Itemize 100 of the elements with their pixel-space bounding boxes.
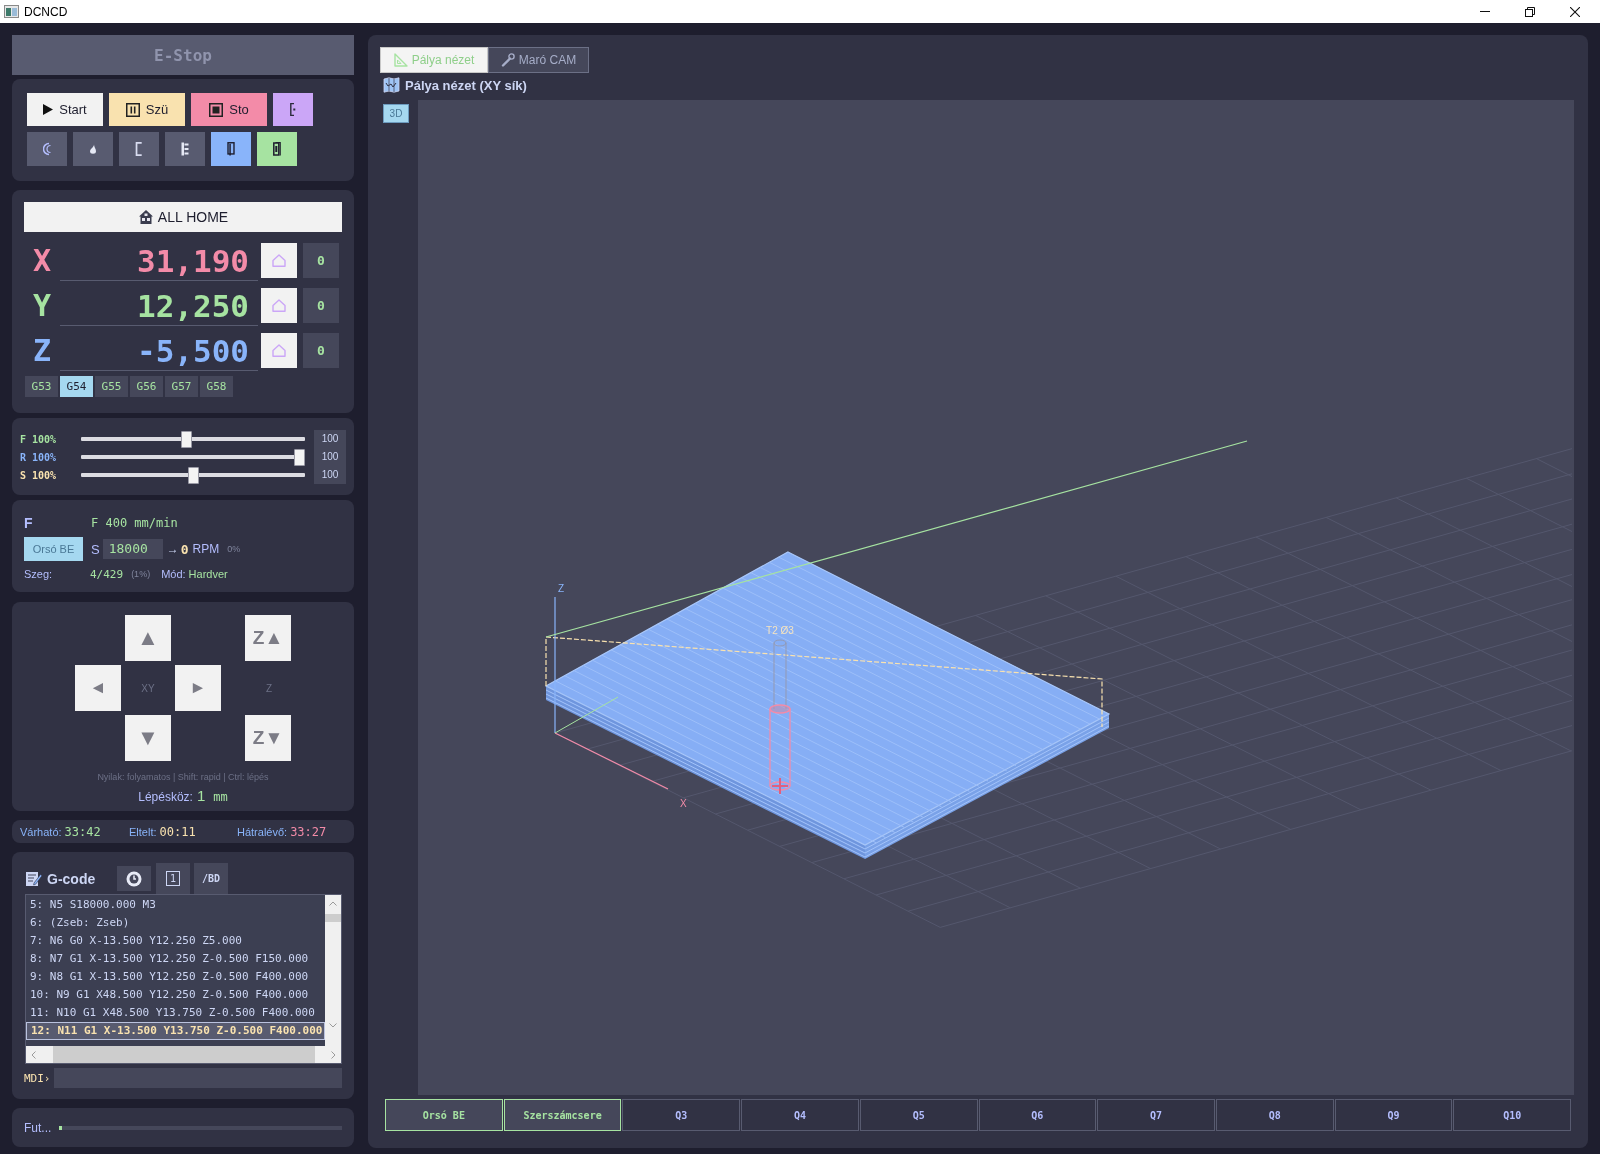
macro-button[interactable]: Q10: [1453, 1099, 1572, 1131]
work-offset-tab[interactable]: G54: [60, 376, 93, 397]
block-delete-button[interactable]: /BD: [194, 863, 228, 894]
arrow-text: →: [166, 542, 179, 556]
scrollbar-thumb[interactable]: [52, 1046, 315, 1063]
feed-title: F: [24, 515, 34, 531]
macro-button[interactable]: Q4: [741, 1099, 859, 1131]
gcode-line[interactable]: 6: (Zseb: Zseb): [26, 914, 325, 932]
horizontal-scrollbar[interactable]: [26, 1046, 341, 1063]
time-label: Várható:: [20, 825, 62, 838]
speed-input[interactable]: 18000: [102, 539, 163, 559]
chevron-down-icon[interactable]: [329, 1023, 337, 1028]
work-offset-tab[interactable]: G53: [25, 376, 58, 397]
jog-down-button[interactable]: ▼: [125, 715, 171, 761]
home-axis-button[interactable]: [261, 243, 297, 278]
axis-position-value: -5,500: [60, 333, 258, 371]
vertical-scrollbar[interactable]: [325, 895, 341, 1046]
work-offset-tab[interactable]: G55: [95, 376, 128, 397]
map-icon: [383, 77, 400, 93]
override-slider[interactable]: [81, 430, 305, 448]
axis-label: X: [680, 798, 687, 809]
macro-button[interactable]: Q7: [1097, 1099, 1215, 1131]
slider-thumb[interactable]: [294, 448, 305, 466]
jog-right-button[interactable]: ►: [175, 665, 221, 711]
bracket-icon: [290, 103, 296, 116]
pause-button[interactable]: Szü: [109, 93, 185, 126]
xy-label: XY: [141, 682, 155, 694]
home-axis-button[interactable]: [261, 288, 297, 323]
macro-button[interactable]: Q3: [622, 1099, 741, 1131]
scrollbar-thumb[interactable]: [325, 914, 341, 922]
gcode-title: G-code: [47, 870, 97, 887]
step-label: Lépésköz:: [138, 790, 193, 804]
chevron-up-icon[interactable]: [329, 901, 337, 906]
book-icon: [273, 142, 281, 156]
gcode-line[interactable]: 10: N9 G1 X48.500 Y12.250 Z-0.500 F400.000: [26, 986, 325, 1004]
chevron-left-icon[interactable]: [31, 1050, 36, 1059]
axis-label: X: [31, 243, 53, 279]
icon-button[interactable]: [257, 132, 297, 166]
step-value[interactable]: 1: [196, 787, 206, 804]
line-number-button[interactable]: 1: [156, 863, 190, 894]
mode-value: Hardver: [188, 568, 228, 580]
macro-button[interactable]: Q5: [859, 1099, 978, 1131]
jog-up-button[interactable]: ▲: [125, 615, 171, 661]
macro-button[interactable]: Orsó BE: [385, 1099, 503, 1131]
arc-icon: [43, 142, 51, 156]
zero-axis-button[interactable]: 0: [303, 243, 339, 278]
override-slider[interactable]: [81, 448, 305, 466]
time-value: 33:42: [64, 824, 101, 839]
axis-label: Y: [31, 288, 53, 324]
zero-axis-button[interactable]: 0: [303, 333, 339, 368]
segment-percent: (1%): [131, 569, 151, 579]
all-home-button[interactable]: ALL HOME: [24, 202, 342, 232]
toolpath-viewport[interactable]: Z X T2 Ø3: [418, 100, 1574, 1095]
clock-button[interactable]: [117, 866, 151, 891]
close-icon[interactable]: [1570, 6, 1580, 17]
icon-button[interactable]: [165, 132, 205, 166]
door-icon: [227, 142, 235, 156]
work-offset-tab[interactable]: G58: [200, 376, 233, 397]
home-axis-button[interactable]: [261, 333, 297, 368]
start-button[interactable]: Start: [27, 93, 103, 126]
feed-readout: F 400 mm/min: [91, 516, 178, 530]
macro-button[interactable]: Q6: [978, 1099, 1097, 1131]
tool-label: T2 Ø3: [766, 625, 794, 636]
rpm-value: 0: [180, 541, 189, 557]
macro-button[interactable]: Q9: [1334, 1099, 1453, 1131]
gcode-line[interactable]: 8: N7 G1 X-13.500 Y12.250 Z-0.500 F150.000: [26, 950, 325, 968]
gcode-line[interactable]: 11: N10 G1 X48.500 Y13.750 Z-0.500 F400.000: [26, 1004, 325, 1022]
window-title: DCNCD: [24, 4, 68, 19]
slider-thumb[interactable]: [181, 430, 193, 448]
restore-icon[interactable]: [1525, 6, 1535, 17]
spindle-on-button[interactable]: Orsó BE: [24, 537, 83, 561]
bracket-icon: [135, 142, 143, 156]
jog-hint: Nyilak: folyamatos | Shift: rapid | Ctrl: lépés: [97, 772, 269, 782]
segment-label: Szeg:: [24, 568, 54, 580]
override-slider[interactable]: [81, 466, 305, 484]
zero-axis-button[interactable]: 0: [303, 288, 339, 323]
work-offset-tab[interactable]: G57: [165, 376, 198, 397]
play-icon: [43, 104, 54, 115]
triangle-ruler-icon: [393, 53, 408, 67]
jog-z-down-button[interactable]: Z▼: [245, 715, 291, 761]
override-value: 100: [314, 448, 346, 466]
work-offset-tab[interactable]: G56: [130, 376, 163, 397]
step-unit: mm: [213, 790, 228, 804]
gcode-line[interactable]: 5: N5 S18000.000 M3: [26, 896, 325, 914]
jog-z-up-button[interactable]: Z▲: [245, 615, 291, 661]
chevron-right-icon[interactable]: [331, 1050, 336, 1059]
icon-button[interactable]: [211, 132, 251, 166]
3d-mode-button[interactable]: 3D: [383, 104, 409, 123]
jog-left-button[interactable]: ◄: [75, 665, 121, 711]
gcode-line[interactable]: 9: N8 G1 X-13.500 Y12.250 Z-0.500 F400.000: [26, 968, 325, 986]
gcode-line[interactable]: 7: N6 G0 X-13.500 Y12.250 Z5.000: [26, 932, 325, 950]
stop-icon: [209, 102, 224, 117]
macro-button[interactable]: Q8: [1215, 1099, 1334, 1131]
macro-button[interactable]: Szerszámcsere: [503, 1099, 622, 1131]
override-name: F: [20, 433, 27, 445]
view-tab[interactable]: Maró CAM: [488, 47, 589, 73]
pause-icon: [125, 102, 140, 117]
stop-button[interactable]: Sto: [191, 93, 267, 126]
mdi-label: MDI›: [24, 1071, 52, 1085]
slider-thumb[interactable]: [187, 466, 199, 484]
